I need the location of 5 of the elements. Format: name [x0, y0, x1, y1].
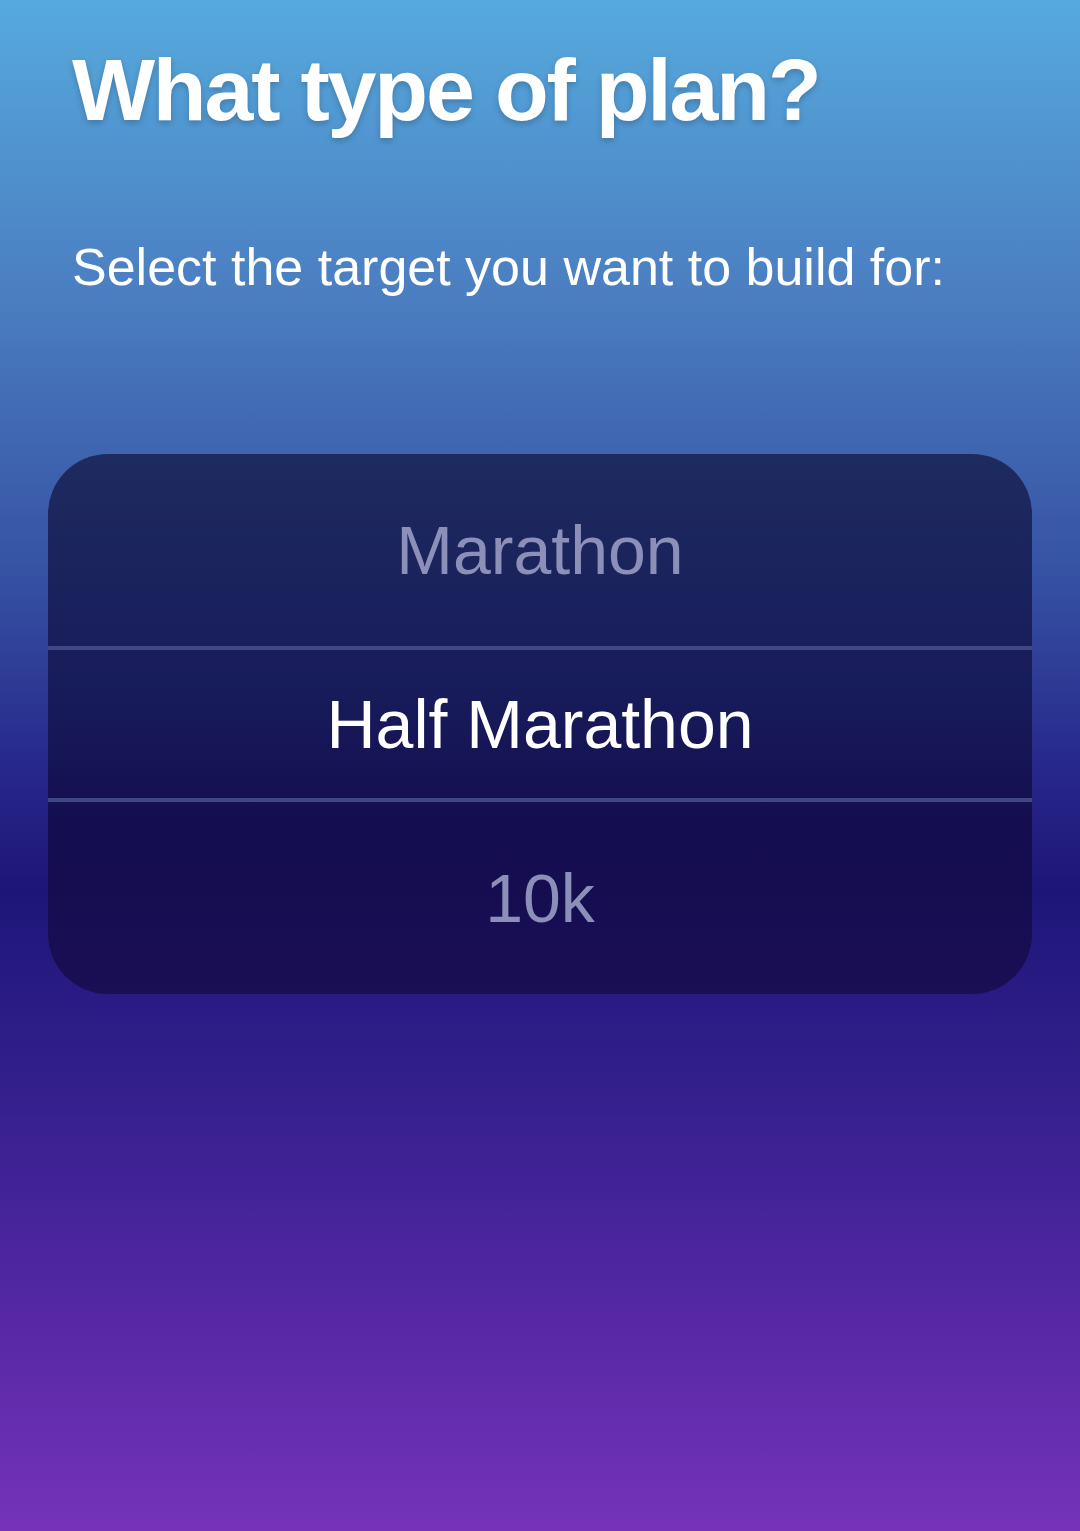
picker-option[interactable]: Half Marathon	[48, 650, 1032, 798]
page-title: What type of plan?	[72, 40, 821, 140]
picker-option[interactable]: 10k	[48, 802, 1032, 994]
picker-option[interactable]: Marathon	[48, 454, 1032, 646]
instruction-text: Select the target you want to build for:	[72, 237, 946, 298]
